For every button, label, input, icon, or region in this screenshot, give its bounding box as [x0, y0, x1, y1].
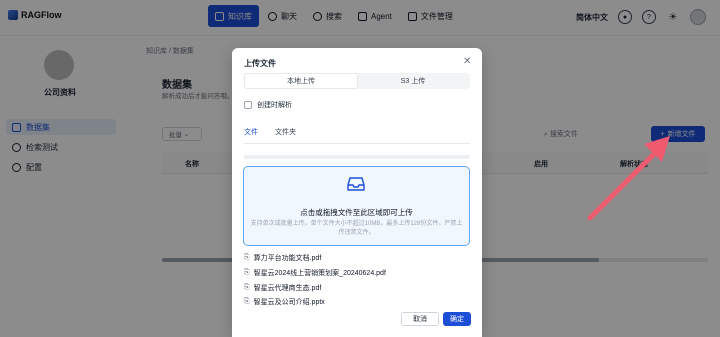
attachment-icon: ⎘ [244, 298, 250, 305]
attachment-icon: ⎘ [244, 254, 250, 261]
confirm-button[interactable]: 确定 [443, 312, 471, 326]
file-item[interactable]: ⎘ 智星云2024线上营销策划案_20240624.pdf [244, 268, 386, 278]
parse-checkbox[interactable] [244, 101, 252, 109]
attachment-icon: ⎘ [244, 269, 250, 276]
file-item[interactable]: ⎘ 算力平台功能文档.pdf [244, 253, 321, 263]
attachment-icon: ⎘ [244, 284, 250, 291]
upload-source-switch: 本地上传 S3 上传 [244, 73, 470, 89]
dropzone-title: 点击或拖拽文件至此区域即可上传 [300, 208, 413, 217]
cancel-button[interactable]: 取消 [401, 312, 439, 326]
tab-divider [244, 143, 470, 144]
modal-title: 上传文件 [244, 59, 276, 68]
dropzone-hint: 支持单次或批量上传。单个文件大小不超过10MB，最多上传128份文件。严禁上传违… [250, 221, 463, 236]
upload-progress-strip [244, 155, 470, 159]
close-icon[interactable]: ✕ [463, 56, 471, 67]
segment-s3-upload[interactable]: S3 上传 [357, 74, 469, 88]
upload-tabs: 文件 文件夹 [244, 127, 296, 144]
tab-folder[interactable]: 文件夹 [275, 127, 296, 144]
tab-file[interactable]: 文件 [244, 127, 258, 144]
segment-local-upload[interactable]: 本地上传 [245, 74, 357, 88]
inbox-icon [347, 177, 365, 191]
annotation-arrow [587, 136, 670, 221]
file-item[interactable]: ⎘ 智星云及公司介绍.pptx [244, 297, 325, 307]
parse-on-create[interactable]: 创建时解析 [244, 100, 292, 110]
file-item[interactable]: ⎘ 智星云代理商生态.pdf [244, 283, 321, 293]
